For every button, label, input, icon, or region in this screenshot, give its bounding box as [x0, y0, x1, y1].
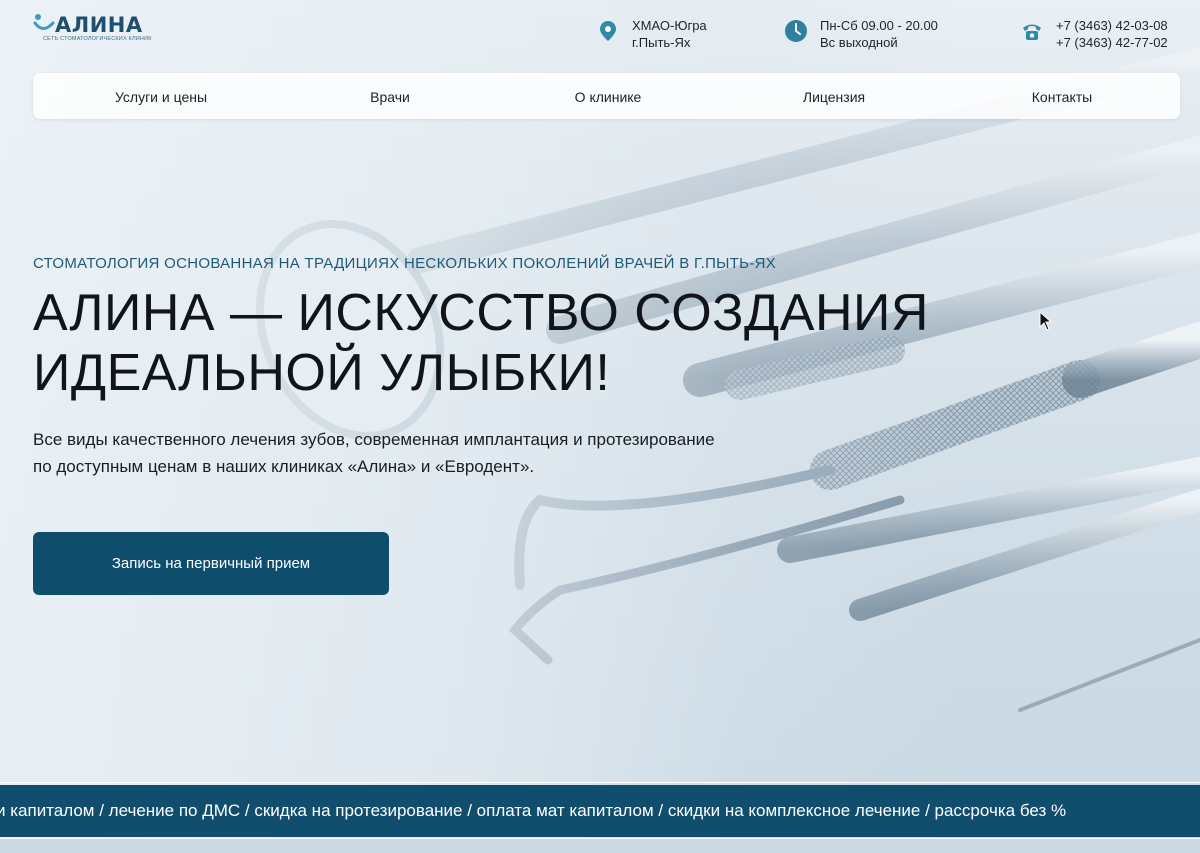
promo-marquee: и капиталом / лечение по ДМС / скидка на…: [0, 785, 1200, 837]
main-nav: Услуги и цены Врачи О клинике Лицензия К…: [33, 73, 1180, 119]
hero-title-line-2: ИДЕАЛЬНОЙ УЛЫБКИ!: [33, 344, 611, 402]
header-phones: +7 (3463) 42-03-08 +7 (3463) 42-77-02: [1020, 17, 1168, 51]
address-city: г.Пыть-Ях: [632, 35, 691, 50]
hero-description: Все виды качественного лечения зубов, со…: [33, 426, 833, 480]
hero-title: АЛИНА — ИСКУССТВО СОЗДАНИЯ ИДЕАЛЬНОЙ УЛЫ…: [33, 283, 1033, 403]
brand-logo[interactable]: АЛИНА СЕТЬ СТОМАТОЛОГИЧЕСКИХ КЛИНИК: [33, 12, 153, 42]
nav-item-license[interactable]: Лицензия: [803, 73, 865, 119]
hours-sunday: Вс выходной: [820, 35, 898, 50]
hero-tagline: СТОМАТОЛОГИЯ ОСНОВАННАЯ НА ТРАДИЦИЯХ НЕС…: [33, 255, 777, 272]
nav-item-about[interactable]: О клинике: [575, 73, 642, 119]
nav-item-services[interactable]: Услуги и цены: [115, 73, 207, 119]
brand-subtitle: СЕТЬ СТОМАТОЛОГИЧЕСКИХ КЛИНИК: [43, 36, 152, 42]
brand-name: АЛИНА: [55, 13, 143, 37]
phone-2[interactable]: +7 (3463) 42-77-02: [1056, 34, 1168, 51]
hero-title-line-1: АЛИНА — ИСКУССТВО СОЗДАНИЯ: [33, 284, 929, 342]
hours-weekdays: Пн-Сб 09.00 - 20.00: [820, 18, 938, 33]
page-bottom-strip: [0, 839, 1200, 853]
logo-smile-icon: [33, 14, 55, 30]
clock-icon: [785, 20, 807, 42]
location-pin-icon: [600, 21, 616, 41]
telephone-icon: [1023, 24, 1041, 40]
book-appointment-button[interactable]: Запись на первичный прием: [33, 532, 389, 595]
promo-marquee-text: и капиталом / лечение по ДМС / скидка на…: [0, 801, 1067, 820]
hero-description-line-2: по доступным ценам в наших клиниках «Али…: [33, 457, 535, 476]
site-header: АЛИНА СЕТЬ СТОМАТОЛОГИЧЕСКИХ КЛИНИК ХМАО…: [0, 0, 1200, 70]
hero-description-line-1: Все виды качественного лечения зубов, со…: [33, 430, 715, 449]
marquee-border-top: [0, 782, 1200, 783]
phone-1[interactable]: +7 (3463) 42-03-08: [1056, 17, 1168, 34]
header-hours: Пн-Сб 09.00 - 20.00 Вс выходной: [784, 17, 938, 51]
header-address: ХМАО-Югра г.Пыть-Ях: [596, 17, 707, 51]
address-region: ХМАО-Югра: [632, 18, 707, 33]
nav-item-doctors[interactable]: Врачи: [370, 73, 410, 119]
nav-item-contacts[interactable]: Контакты: [1032, 73, 1092, 119]
mouse-cursor-icon: [1039, 311, 1053, 331]
